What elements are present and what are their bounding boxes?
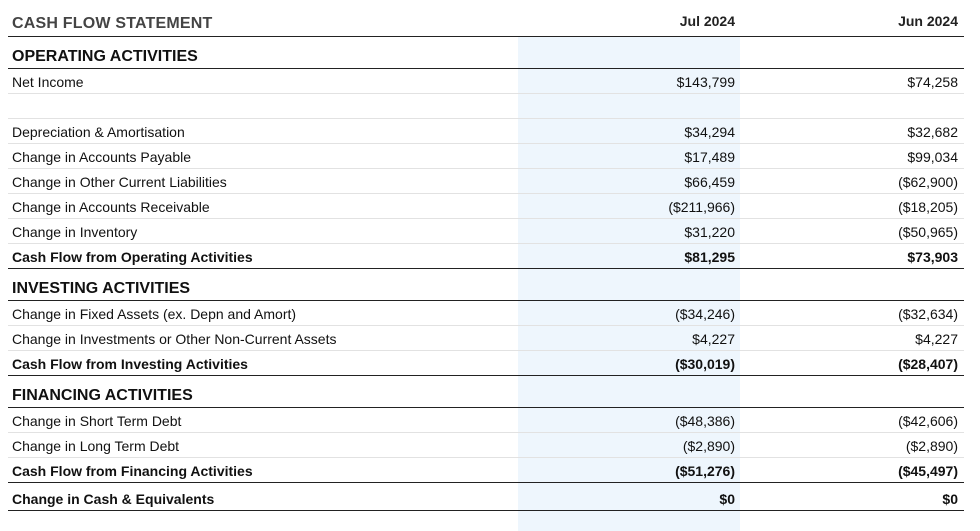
row-value-jun: ($28,407): [898, 356, 958, 372]
page-title: CASH FLOW STATEMENT: [12, 15, 213, 32]
section-title: INVESTING ACTIVITIES: [12, 280, 191, 297]
row-value-jul: $34,294: [684, 124, 735, 140]
row-label: Change in Investments or Other Non-Curre…: [12, 331, 337, 347]
section-heading-operating: OPERATING ACTIVITIES: [8, 37, 964, 69]
table-row: Change in Short Term Debt ($48,386) ($42…: [8, 408, 964, 433]
row-label: Cash Flow from Operating Activities: [12, 249, 253, 265]
table-row: Change in Inventory $31,220 ($50,965): [8, 219, 964, 244]
row-value-jun: ($2,890): [905, 438, 958, 454]
blank-row: [8, 94, 964, 119]
row-value-jul: ($211,966): [668, 199, 735, 215]
row-value-jun: ($32,634): [898, 306, 958, 322]
row-value-jul: $66,459: [684, 174, 735, 190]
row-value-jul: ($2,890): [682, 438, 735, 454]
row-label: Net Income: [12, 74, 84, 90]
table-row: Depreciation & Amortisation $34,294 $32,…: [8, 119, 964, 144]
table-row-net-income: Net Income $143,799 $74,258: [8, 69, 964, 94]
table-row: Change in Accounts Receivable ($211,966)…: [8, 194, 964, 219]
row-value-jul: ($51,276): [675, 463, 735, 479]
table-row-change-in-cash: Change in Cash & Equivalents $0 $0: [8, 483, 964, 511]
table-header: CASH FLOW STATEMENT Jul 2024 Jun 2024: [8, 0, 964, 37]
row-label: Change in Accounts Receivable: [12, 199, 210, 215]
row-value-jun: ($42,606): [898, 413, 958, 429]
row-label: Cash Flow from Investing Activities: [12, 356, 248, 372]
table-row: Change in Investments or Other Non-Curre…: [8, 326, 964, 351]
row-label: Change in Long Term Debt: [12, 438, 180, 454]
column-header-jul-2024: Jul 2024: [679, 13, 735, 29]
table-row: Change in Long Term Debt ($2,890) ($2,89…: [8, 433, 964, 458]
row-label: Depreciation & Amortisation: [12, 124, 185, 140]
row-value-jun: ($18,205): [898, 199, 958, 215]
section-heading-investing: INVESTING ACTIVITIES: [8, 269, 964, 301]
section-title: OPERATING ACTIVITIES: [12, 48, 198, 65]
table-row: Change in Fixed Assets (ex. Depn and Amo…: [8, 301, 964, 326]
row-label: Change in Cash & Equivalents: [12, 491, 215, 507]
row-value-jun: $99,034: [907, 149, 958, 165]
row-label: Change in Accounts Payable: [12, 149, 192, 165]
row-value-jul: $81,295: [684, 249, 735, 265]
row-label: Change in Fixed Assets (ex. Depn and Amo…: [12, 306, 297, 322]
table-row-total-financing: Cash Flow from Financing Activities ($51…: [8, 458, 964, 483]
row-label: Change in Short Term Debt: [12, 413, 182, 429]
table-row: Change in Other Current Liabilities $66,…: [8, 169, 964, 194]
row-label: Change in Other Current Liabilities: [12, 174, 227, 190]
row-value-jul: $17,489: [684, 149, 735, 165]
column-header-jun-2024: Jun 2024: [898, 13, 958, 29]
row-value-jun: $4,227: [915, 331, 958, 347]
table-row-total-operating: Cash Flow from Operating Activities $81,…: [8, 244, 964, 269]
table-row-total-investing: Cash Flow from Investing Activities ($30…: [8, 351, 964, 376]
section-title: FINANCING ACTIVITIES: [12, 387, 193, 404]
row-value-jun: $0: [942, 491, 958, 507]
cash-flow-table: CASH FLOW STATEMENT Jul 2024 Jun 2024 OP…: [8, 0, 964, 511]
row-label: Cash Flow from Financing Activities: [12, 463, 253, 479]
row-value-jul: $31,220: [684, 224, 735, 240]
table-row: Change in Accounts Payable $17,489 $99,0…: [8, 144, 964, 169]
row-value-jul: $4,227: [692, 331, 735, 347]
row-value-jun: $73,903: [907, 249, 958, 265]
section-heading-financing: FINANCING ACTIVITIES: [8, 376, 964, 408]
row-value-jun: ($45,497): [898, 463, 958, 479]
row-value-jun: $74,258: [907, 74, 958, 90]
row-value-jun: $32,682: [907, 124, 958, 140]
row-value-jul: $143,799: [676, 74, 735, 90]
row-value-jul: ($30,019): [675, 356, 735, 372]
row-label: Change in Inventory: [12, 224, 138, 240]
row-value-jul: ($34,246): [675, 306, 735, 322]
row-value-jun: ($62,900): [898, 174, 958, 190]
row-value-jul: ($48,386): [675, 413, 735, 429]
row-value-jun: ($50,965): [898, 224, 958, 240]
row-value-jul: $0: [719, 491, 735, 507]
